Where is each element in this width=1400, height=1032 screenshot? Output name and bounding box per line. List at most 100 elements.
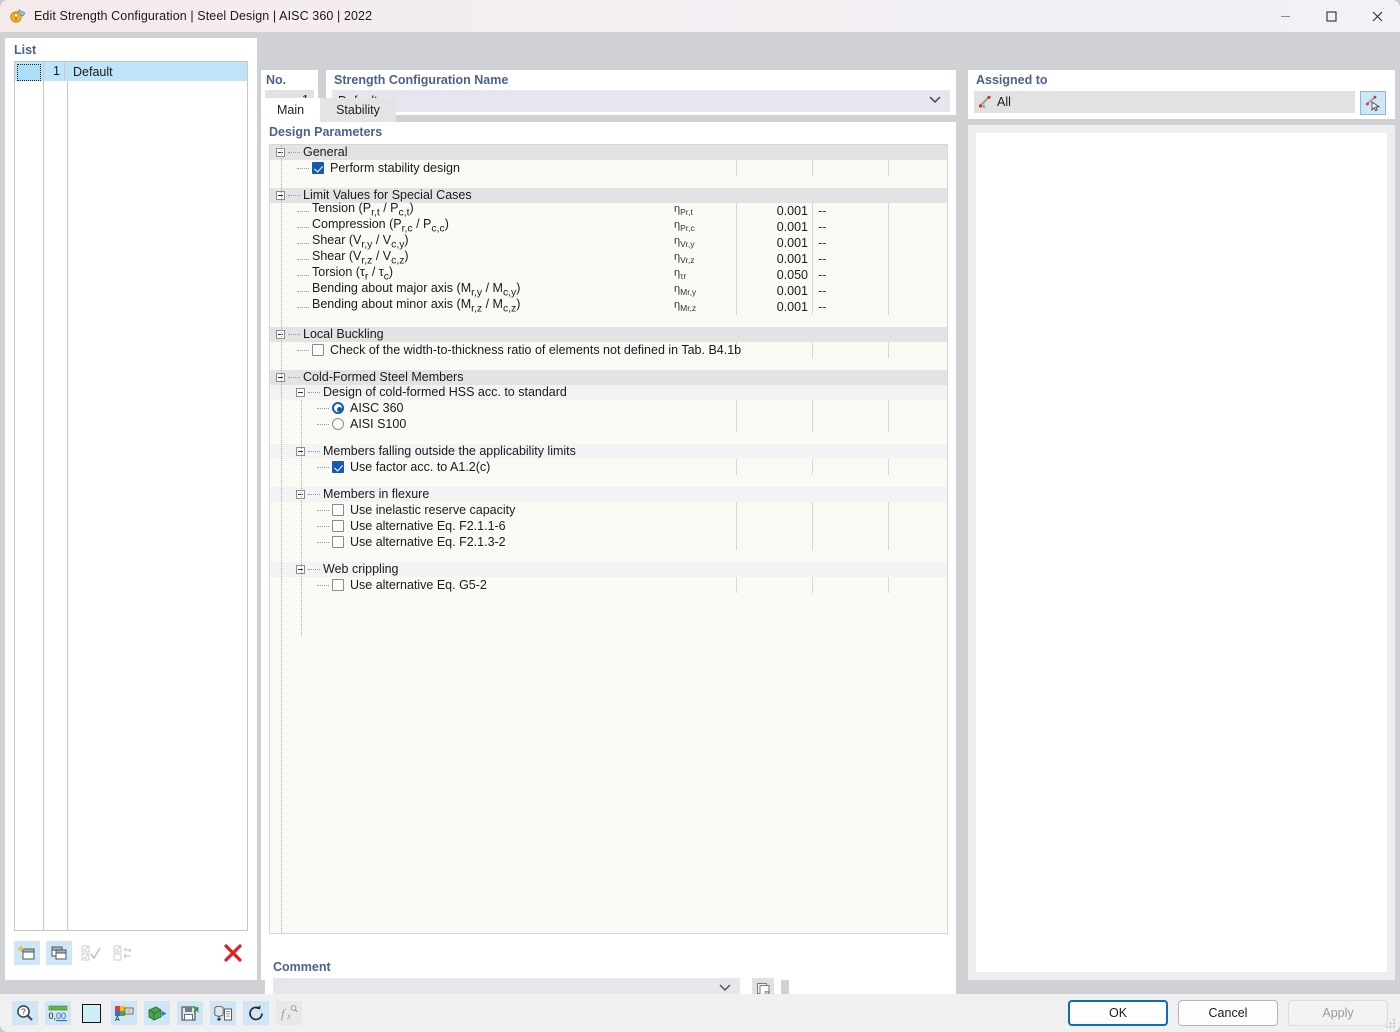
color-swatch-cell[interactable] [17,63,41,81]
grid-line [67,81,68,930]
dialog-buttons: OK Cancel Apply [1068,1000,1388,1026]
tree-row[interactable]: Use alternative Eq. F2.1.3-2 [270,534,947,550]
list-toolbar [14,935,248,971]
tree-row[interactable]: Check of the width-to-thickness ratio of… [270,342,947,358]
magnifier-question-icon[interactable]: ? [12,1001,38,1025]
checkbox[interactable] [332,579,344,591]
tree-row-value[interactable]: 0.001 [736,235,808,251]
display-properties-icon[interactable]: A [111,1001,137,1025]
function-icon[interactable]: f x [276,1001,302,1025]
lock-key-icon [9,7,27,25]
tree-row-label: Use alternative Eq. F2.1.1-6 [350,519,506,533]
import-green-icon[interactable] [144,1001,170,1025]
checkbox[interactable] [312,162,324,174]
tree-connector [288,334,300,335]
tree-row[interactable]: Bending about minor axis (Mr,z / Mc,z) ηM… [270,297,947,315]
cancel-button[interactable]: Cancel [1178,1000,1278,1026]
tree-row-value[interactable]: 0.001 [736,219,808,235]
pick-cursor-icon[interactable] [1360,91,1386,115]
tree-row[interactable]: Use alternative Eq. G5-2 [270,577,947,593]
svg-text:x: x [286,1011,291,1021]
tree-group-design-cold-formed-hss[interactable]: Design of cold-formed HSS acc. to standa… [270,385,947,400]
tree-connector [297,226,309,228]
select-all-button[interactable] [78,941,104,965]
tree-row-label: Check of the width-to-thickness ratio of… [330,343,742,357]
svg-text:A: A [115,1016,120,1022]
resize-grip[interactable] [1385,1017,1397,1029]
ok-button[interactable]: OK [1068,1000,1168,1026]
tree-row[interactable]: Use factor acc. to A1.2(c) [270,459,947,475]
tree-row[interactable]: Perform stability design [270,160,947,176]
tree-connector [308,569,320,570]
tree-row-unit: -- [818,220,827,234]
preview-canvas [976,133,1387,972]
tree-group-cold-formed-steel-members[interactable]: Cold-Formed Steel Members [270,370,947,385]
tree-group-label: Local Buckling [303,327,384,341]
tree-connector [308,494,320,495]
tree-connector [297,242,309,244]
tree-row-label: Use alternative Eq. F2.1.3-2 [350,535,506,549]
list-item[interactable]: 1 Default [15,62,247,81]
tree-row[interactable]: AISI S100 [270,416,947,432]
tree-spacer [270,550,947,562]
number-format-icon[interactable]: 0, 00 [45,1001,71,1025]
tree-row-unit: -- [818,252,827,266]
delete-item-button[interactable] [218,940,248,966]
copy-item-button[interactable] [46,941,72,965]
tree-spacer [270,358,947,370]
tree-group-members-in-flexure[interactable]: Members in flexure [270,487,947,502]
checkbox[interactable] [332,536,344,548]
undo-circle-icon[interactable] [243,1001,269,1025]
tree-group-local-buckling[interactable]: Local Buckling [270,327,947,342]
list-grid[interactable]: 1 Default [14,61,248,931]
checkbox[interactable] [332,520,344,532]
bottom-toolbar: ? 0, 00 A f x [12,1001,302,1025]
tree-row[interactable]: AISC 360 [270,400,947,416]
tree-connector [317,584,329,586]
tree-row-label: AISI S100 [350,417,407,431]
tree-row[interactable]: Use inelastic reserve capacity [270,502,947,518]
invert-selection-button[interactable] [110,941,136,965]
checkbox[interactable] [312,344,324,356]
document-list-icon[interactable] [210,1001,236,1025]
new-item-button[interactable] [14,941,40,965]
tree-row-unit: -- [818,204,827,218]
tab-stability[interactable]: Stability [320,98,396,122]
tree-connector [297,167,309,169]
tree-row-label: Use factor acc. to A1.2(c) [350,460,491,474]
save-green-icon[interactable] [177,1001,203,1025]
color-swatch-icon[interactable] [78,1001,104,1025]
tree-row-label: Bending about minor axis (Mr,z / Mc,z) [312,297,521,315]
tree-row-value[interactable]: 0.001 [736,283,808,299]
minimize-button[interactable] [1262,0,1308,32]
preview-panel [968,125,1395,980]
apply-button[interactable]: Apply [1288,1000,1388,1026]
checkbox[interactable] [332,504,344,516]
window-controls [1262,0,1400,32]
checkbox[interactable] [332,461,344,473]
collapse-toggle-icon[interactable] [296,388,305,397]
tree-connector [297,349,309,351]
tree-row-value[interactable]: 0.001 [736,251,808,267]
tree-row-label: AISC 360 [350,401,404,415]
tree-row-value[interactable]: 0.050 [736,267,808,283]
assigned-to-label: Assigned to [976,73,1048,87]
tab-main[interactable]: Main [261,98,321,122]
tree-group-label: Cold-Formed Steel Members [303,370,464,384]
tree-group-members-outside-applicability[interactable]: Members falling outside the applicabilit… [270,444,947,459]
maximize-button[interactable] [1308,0,1354,32]
radio-button[interactable] [332,418,344,430]
tree-row[interactable]: Use alternative Eq. F2.1.1-6 [270,518,947,534]
tree-row-value[interactable]: 0.001 [736,299,808,315]
radio-button[interactable] [332,402,344,414]
tree-row-value[interactable]: 0.001 [736,203,808,219]
bottom-bar: ? 0, 00 A f x OK Cancel Apply [0,994,1400,1032]
tree-connector [317,407,329,409]
tree-connector [297,290,309,292]
tree-spacer [270,475,947,487]
close-button[interactable] [1354,0,1400,32]
tree-group-general[interactable]: General [270,145,947,160]
svg-text:0,: 0, [49,1011,57,1021]
tree-group-web-crippling[interactable]: Web crippling [270,562,947,577]
design-parameters-tree[interactable]: General Perform stability design Limit Val… [269,144,948,934]
